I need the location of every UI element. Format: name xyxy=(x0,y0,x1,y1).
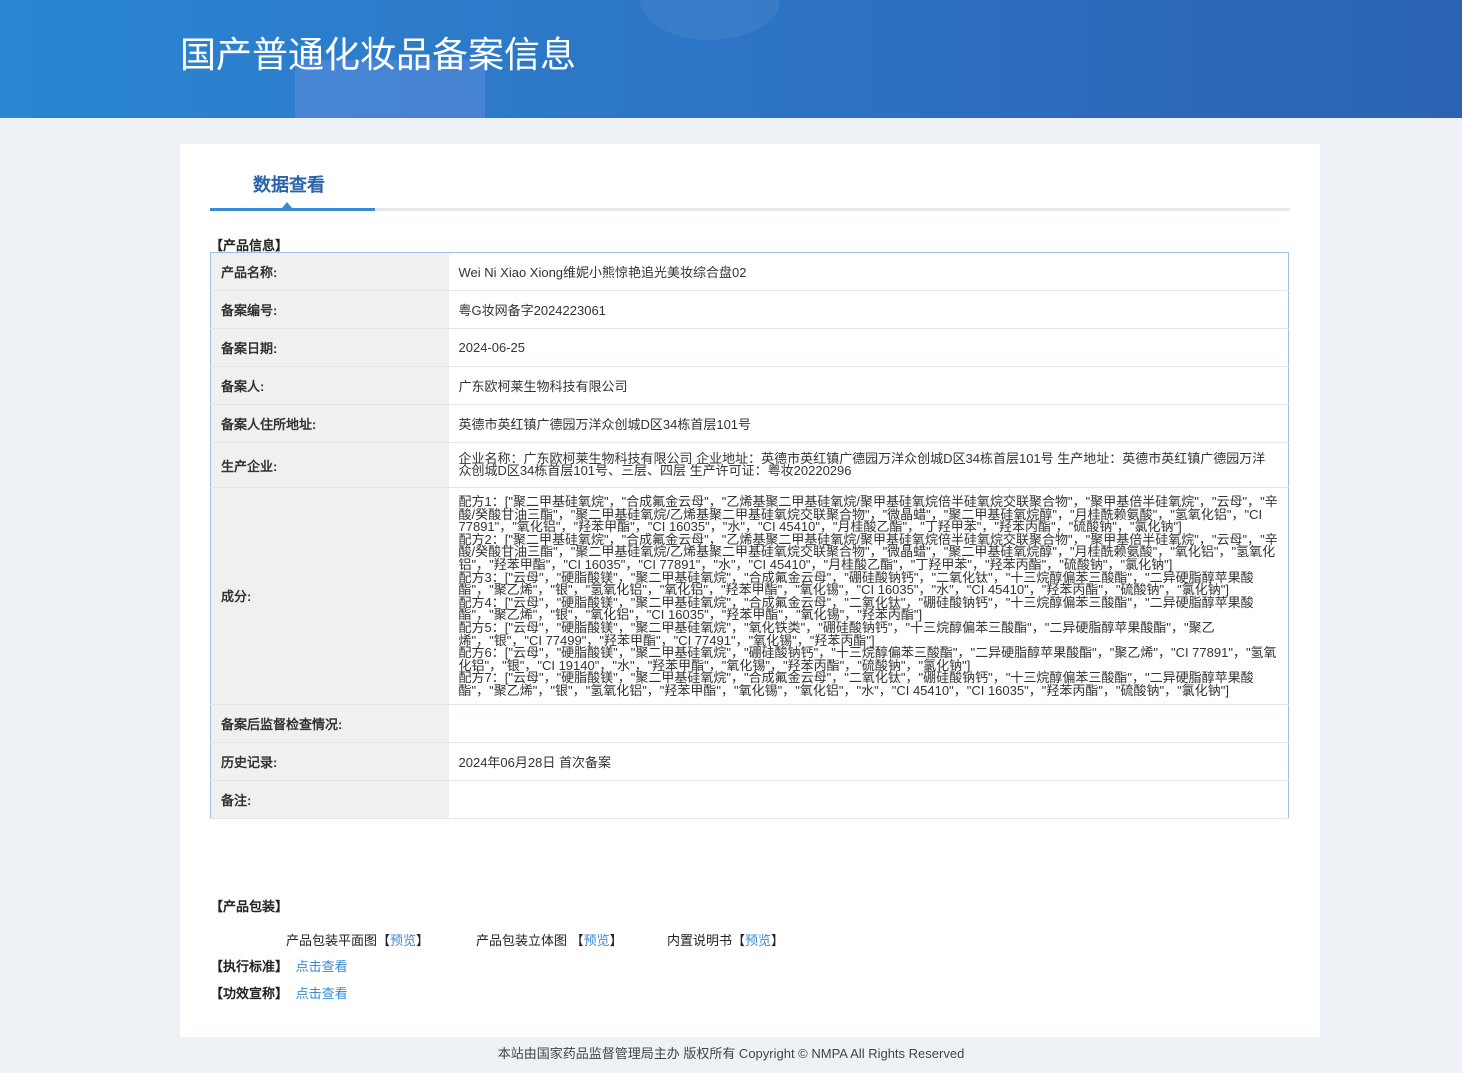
bracket: 【 xyxy=(732,933,746,948)
tab-active-indicator xyxy=(210,208,375,211)
table-row: 备案后监督检查情况: xyxy=(210,704,1289,743)
package-label: 产品包装平面图 xyxy=(286,933,378,948)
claims-label: 【功效宣称】 xyxy=(210,986,289,1001)
footer-copyright: 本站由国家药品监督管理局主办 版权所有 Copyright © NMPA All… xyxy=(497,1046,965,1061)
section-standard: 【执行标准】 点击查看 xyxy=(210,956,348,975)
table-row: 生产企业: 企业名称：广东欧柯莱生物科技有限公司 企业地址：英德市英红镇广德园万洋… xyxy=(210,442,1289,488)
preview-3d-link[interactable]: 预览 xyxy=(584,933,610,948)
registration-number-value: 粤G妆网备字2024223061 xyxy=(448,290,1289,329)
claims-view-link[interactable]: 点击查看 xyxy=(296,986,348,1001)
product-name-value: Wei Ni Xiao Xiong维妮小熊惊艳追光美妆综合盘02 xyxy=(448,252,1289,291)
bracket: 】 xyxy=(771,933,785,948)
banner-decoration xyxy=(640,0,780,40)
ingredients-value: 配方1：["聚二甲基硅氧烷"，"合成氟金云母"，"乙烯基聚二甲基硅氧烷/聚甲基硅… xyxy=(448,487,1289,705)
field-label: 备案人住所地址: xyxy=(210,404,449,443)
field-label: 备注: xyxy=(210,780,449,819)
formula-item: 配方2：["聚二甲基硅氧烷"，"合成氟金云母"，"乙烯基聚二甲基硅氧烷/聚甲基硅… xyxy=(458,531,1278,572)
field-label: 备案后监督检查情况: xyxy=(210,704,449,743)
content-card: 数据查看 【产品信息】 产品名称: Wei Ni Xiao Xiong维妮小熊惊艳… xyxy=(180,144,1320,1037)
table-row: 备案编号: 粤G妆网备字2024223061 xyxy=(210,290,1289,329)
bracket: 】 xyxy=(609,933,623,948)
formula-item: 配方3：["云母"，"硬脂酸镁"，"聚二甲基硅氧烷"，"合成氟金云母"，"硼硅酸… xyxy=(458,569,1254,598)
package-3d-item: 产品包装立体图 【预览】 xyxy=(476,930,623,949)
standard-view-link[interactable]: 点击查看 xyxy=(296,959,348,974)
table-row: 历史记录: 2024年06月28日 首次备案 xyxy=(210,742,1289,781)
section-packaging: 【产品包装】 xyxy=(210,899,289,914)
field-label: 历史记录: xyxy=(210,742,449,781)
history-value: 2024年06月28日 首次备案 xyxy=(448,742,1289,781)
page-title: 国产普通化妆品备案信息 xyxy=(180,34,577,75)
section-claims: 【功效宣称】 点击查看 xyxy=(210,983,348,1002)
field-label: 备案日期: xyxy=(210,328,449,367)
bracket: 【 xyxy=(570,933,584,948)
field-label: 生产企业: xyxy=(210,442,449,488)
registration-date-value: 2024-06-25 xyxy=(448,328,1289,367)
formula-item: 配方1：["聚二甲基硅氧烷"，"合成氟金云母"，"乙烯基聚二甲基硅氧烷/聚甲基硅… xyxy=(458,494,1278,535)
package-flat-item: 产品包装平面图【预览】 xyxy=(286,930,429,949)
table-row: 备案人住所地址: 英德市英红镇广德园万洋众创城D区34栋首层101号 xyxy=(210,404,1289,443)
remarks-value xyxy=(448,780,1289,819)
supervision-value xyxy=(448,704,1289,743)
package-label: 产品包装立体图 xyxy=(476,933,571,948)
formula-item: 配方5：["云母"，"硬脂酸镁"，"聚二甲基硅氧烷"，"氧化铁类"，"硼硅酸钠钙… xyxy=(458,619,1215,648)
bracket: 【 xyxy=(377,933,391,948)
package-label: 内置说明书 xyxy=(667,933,733,948)
header-banner: 国产普通化妆品备案信息 xyxy=(0,0,1462,118)
table-row: 备案人: 广东欧柯莱生物科技有限公司 xyxy=(210,366,1289,405)
field-label: 成分: xyxy=(210,487,449,705)
table-row: 产品名称: Wei Ni Xiao Xiong维妮小熊惊艳追光美妆综合盘02 xyxy=(210,252,1289,291)
formula-item: 配方4：["云母"，"硬脂酸镁"，"聚二甲基硅氧烷"，"合成氟金云母"，"二氧化… xyxy=(458,594,1254,623)
field-label: 备案编号: xyxy=(210,290,449,329)
package-manual-item: 内置说明书【预览】 xyxy=(667,930,784,949)
table-row: 成分: 配方1：["聚二甲基硅氧烷"，"合成氟金云母"，"乙烯基聚二甲基硅氧烷/… xyxy=(210,487,1289,705)
field-label: 备案人: xyxy=(210,366,449,405)
registrant-address-value: 英德市英红镇广德园万洋众创城D区34栋首层101号 xyxy=(448,404,1289,443)
bracket: 】 xyxy=(416,933,430,948)
table-row: 备案日期: 2024-06-25 xyxy=(210,328,1289,367)
preview-flat-link[interactable]: 预览 xyxy=(390,933,416,948)
product-info-table: 产品名称: Wei Ni Xiao Xiong维妮小熊惊艳追光美妆综合盘02 备案… xyxy=(210,252,1289,819)
tab-data-view[interactable]: 数据查看 xyxy=(253,171,325,197)
formula-item: 配方6：["云母"，"硬脂酸镁"，"聚二甲基硅氧烷"，"硼硅酸钠钙"，"十三烷醇… xyxy=(458,645,1277,673)
table-row: 备注: xyxy=(210,780,1289,819)
preview-manual-link[interactable]: 预览 xyxy=(745,933,771,948)
standard-label: 【执行标准】 xyxy=(210,959,289,974)
formula-item: 配方7：["云母"，"硬脂酸镁"，"聚二甲基硅氧烷"，"合成氟金云母"，"二氧化… xyxy=(458,670,1254,698)
registrant-value: 广东欧柯莱生物科技有限公司 xyxy=(448,366,1289,405)
field-label: 产品名称: xyxy=(210,252,449,291)
manufacturer-value: 企业名称：广东欧柯莱生物科技有限公司 企业地址：英德市英红镇广德园万洋众创城D区… xyxy=(448,442,1289,488)
tab-arrow-icon xyxy=(282,202,292,208)
